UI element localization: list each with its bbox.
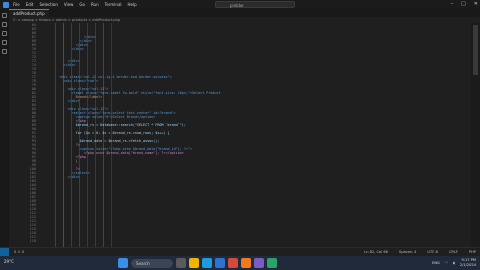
wifi-icon[interactable]: ◠ <box>445 261 448 265</box>
status-item[interactable]: UTF-8 <box>427 250 437 254</box>
menu-item-help[interactable]: Help <box>127 2 138 7</box>
minimize-icon[interactable]: – <box>451 1 454 7</box>
close-icon[interactable]: ✕ <box>474 1 478 7</box>
windows-taskbar: 29°C Search ENG ◠ ◖ 9:17 PM 2/1/2024 <box>0 256 480 270</box>
system-tray: ENG ◠ ◖ 9:17 PM 2/1/2024 <box>432 258 476 268</box>
code-editor[interactable]: 64 65 66 67 68 69 70 71 72 73 74 75 76 77 78 79 80 81 82 83… <box>9 23 471 247</box>
menu-bar: File Edit Selection View Go Run Terminal Help <box>12 2 138 7</box>
status-bar-right: Ln 82, Col 66 Spaces: 4 UTF-8 CRLF PHP <box>359 250 476 254</box>
volume-icon[interactable]: ◖ <box>453 261 455 265</box>
scrollbar-thumb[interactable] <box>473 25 478 75</box>
app-icon[interactable] <box>267 258 277 268</box>
clock-date: 2/1/2024 <box>459 263 476 267</box>
chrome-icon[interactable] <box>228 258 238 268</box>
language-indicator[interactable]: ENG <box>432 261 440 265</box>
maximize-icon[interactable]: □ <box>461 1 466 7</box>
vscode-logo-icon <box>3 1 9 8</box>
menu-item-edit[interactable]: Edit <box>25 2 35 7</box>
line-number-gutter: 64 65 66 67 68 69 70 71 72 73 74 75 76 77 78 79 80 81 82 83… <box>9 23 39 247</box>
indent-guide <box>71 23 72 247</box>
menu-item-view[interactable]: View <box>63 2 75 7</box>
windows-start-icon[interactable] <box>118 258 128 268</box>
indent-guide <box>103 23 104 247</box>
indent-guide <box>111 23 112 247</box>
clock[interactable]: 9:17 PM 2/1/2024 <box>460 258 476 268</box>
command-center[interactable]: pinkbe <box>215 1 295 8</box>
tab-addproduct[interactable]: addProduct.php <box>9 9 49 17</box>
line-number: 118 <box>29 239 36 243</box>
status-bar: 0 ⚠ 0 Ln 82, Col 66 Spaces: 4 UTF-8 CRLF PHP <box>0 247 480 257</box>
code-line: </div> <box>43 47 84 51</box>
code-line: } <box>43 159 78 163</box>
status-item[interactable]: Ln 82, Col 66 <box>364 250 388 254</box>
explorer-icon[interactable] <box>2 13 7 18</box>
status-item[interactable]: Spaces: 4 <box>399 250 416 254</box>
file-explorer-icon[interactable] <box>189 258 199 268</box>
code-line: <div class="row"> <box>43 79 99 83</box>
menu-item-selection[interactable]: Selection <box>38 2 58 7</box>
status-item[interactable]: CRLF <box>449 250 458 254</box>
code-line: </div> <box>43 99 80 103</box>
menu-item-go[interactable]: Go <box>78 2 86 7</box>
code-line: $brand_rs = Database::search("SELECT * F… <box>43 123 186 127</box>
task-view-icon[interactable] <box>176 258 186 268</box>
editor-tabs: addProduct.php <box>9 9 480 17</box>
status-item[interactable]: PHP <box>469 250 476 254</box>
indent-guide <box>63 23 64 247</box>
search-icon[interactable] <box>2 22 7 27</box>
source-control-icon[interactable] <box>2 31 7 36</box>
weather-widget[interactable]: 29°C <box>4 259 14 264</box>
code-line: for ($x = 0; $x < $brand_rs->num_rows; $… <box>43 131 170 135</box>
xampp-icon[interactable] <box>241 258 251 268</box>
app-icon[interactable] <box>254 258 264 268</box>
title-bar: File Edit Selection View Go Run Terminal Help p… <box>0 0 480 9</box>
extensions-icon[interactable] <box>2 49 7 54</box>
indent-guide <box>87 23 88 247</box>
vscode-taskbar-icon[interactable] <box>215 258 225 268</box>
edge-browser-icon[interactable] <box>202 258 212 268</box>
indent-guide <box>79 23 80 247</box>
problems-indicator[interactable]: 0 ⚠ 0 <box>14 250 24 254</box>
menu-item-run[interactable]: Run <box>90 2 100 7</box>
menu-item-file[interactable]: File <box>12 2 21 7</box>
code-line: </div> <box>43 63 76 67</box>
code-line: </div> <box>43 175 80 179</box>
editor-scrollbar[interactable] <box>471 23 480 247</box>
indent-guide <box>95 23 96 247</box>
window-controls: – □ ✕ <box>451 1 478 7</box>
menu-item-terminal[interactable]: Terminal <box>104 2 123 7</box>
indent-guide <box>55 23 56 247</box>
taskbar-apps: Search <box>118 258 277 268</box>
taskbar-search[interactable]: Search <box>131 258 173 268</box>
run-debug-icon[interactable] <box>2 40 7 45</box>
